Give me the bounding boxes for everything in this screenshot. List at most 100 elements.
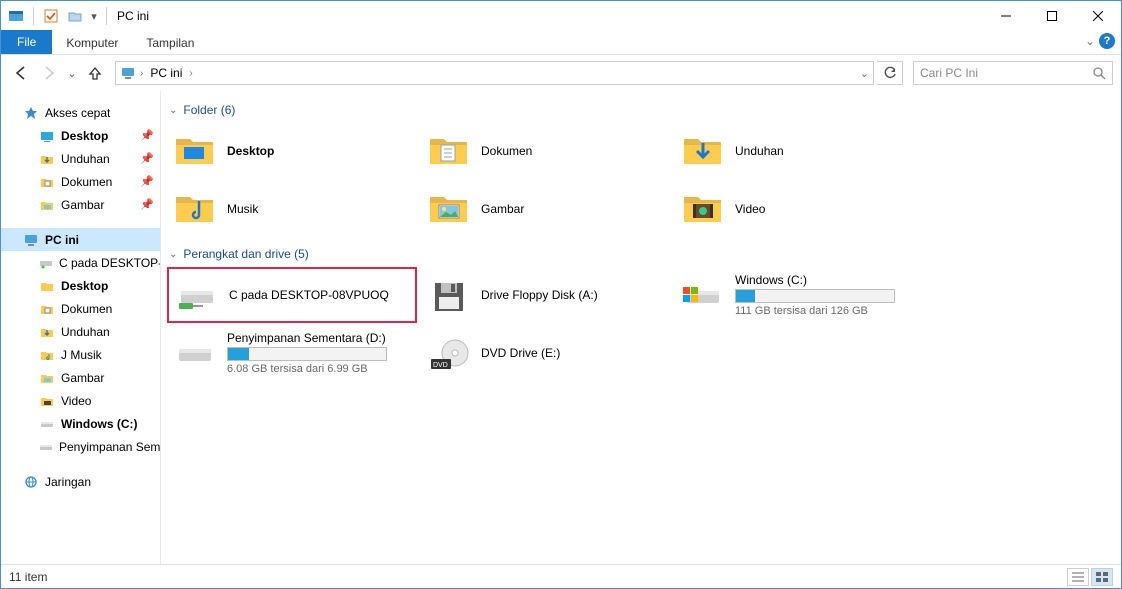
tree-item[interactable]: Video	[1, 389, 160, 412]
tree-item[interactable]: Unduhan	[1, 320, 160, 343]
chevron-right-icon[interactable]: ›	[189, 68, 192, 79]
forward-button[interactable]	[37, 61, 61, 85]
tree-label: Unduhan	[61, 152, 110, 166]
this-pc-icon	[120, 65, 136, 81]
address-bar[interactable]: › PC ini › ⌄	[115, 61, 874, 85]
music-icon	[39, 347, 55, 363]
folder-tile[interactable]: Gambar	[421, 181, 671, 237]
drive-tile[interactable]: Windows (C:)111 GB tersisa dari 126 GB	[675, 267, 925, 323]
tree-label: Gambar	[61, 198, 104, 212]
chevron-down-icon: ⌄	[169, 105, 177, 116]
tile-label: Penyimpanan Sementara (D:)	[227, 331, 411, 345]
documents-icon	[39, 174, 55, 190]
qat-dropdown-icon[interactable]: ▾	[88, 5, 100, 27]
quick-access-toolbar: ▾	[5, 5, 111, 27]
separator	[33, 7, 34, 25]
tree-label: Penyimpanan Sementara	[59, 440, 161, 454]
separator	[106, 7, 107, 25]
tree-label: Jaringan	[45, 475, 91, 489]
tree-item[interactable]: Windows (C:)	[1, 412, 160, 435]
folder-tile[interactable]: Video	[675, 181, 925, 237]
drive-tile[interactable]: DVDDVD Drive (E:)	[421, 325, 671, 381]
folder-tile[interactable]: Musik	[167, 181, 417, 237]
tree-label: J Musik	[61, 348, 102, 362]
music-big	[173, 187, 217, 231]
tree-network[interactable]: Jaringan	[1, 470, 160, 493]
tree-item[interactable]: Penyimpanan Sementara	[1, 435, 160, 458]
tile-label: Desktop	[227, 144, 411, 158]
tile-label: DVD Drive (E:)	[481, 346, 665, 360]
tree-label: C pada DESKTOP-08V	[59, 256, 161, 270]
tree-label: PC ini	[45, 233, 79, 247]
folder-tile[interactable]: Unduhan	[675, 123, 925, 179]
tree-item[interactable]: Dokumen	[1, 297, 160, 320]
new-folder-icon[interactable]	[64, 5, 86, 27]
chevron-down-icon: ⌄	[169, 249, 177, 260]
close-button[interactable]	[1075, 1, 1121, 31]
tab-tampilan[interactable]: Tampilan	[132, 32, 208, 54]
downloads-big	[681, 129, 725, 173]
breadcrumb-root[interactable]: PC ini	[147, 66, 185, 80]
pc-icon	[23, 232, 39, 248]
tree-item[interactable]: Desktop	[1, 274, 160, 297]
group-drives[interactable]: ⌄ Perangkat dan drive (5)	[169, 247, 1121, 261]
disk-icon	[39, 439, 53, 455]
tree-label: Akses cepat	[45, 106, 110, 120]
ribbon-expand-icon[interactable]: ⌄	[1085, 34, 1095, 48]
drive-tile[interactable]: Drive Floppy Disk (A:)	[421, 267, 671, 323]
maximize-button[interactable]	[1029, 1, 1075, 31]
chevron-right-icon[interactable]: ›	[140, 68, 143, 79]
history-dropdown[interactable]: ⌄	[65, 61, 79, 85]
star-icon	[23, 105, 39, 121]
search-input[interactable]: Cari PC Ini	[913, 61, 1113, 85]
properties-icon[interactable]	[40, 5, 62, 27]
tab-komputer[interactable]: Komputer	[52, 32, 132, 54]
pin-icon: 📌	[140, 198, 154, 211]
network-icon	[23, 474, 39, 490]
group-folders[interactable]: ⌄ Folder (6)	[169, 103, 1121, 117]
help-icon[interactable]: ?	[1099, 33, 1115, 49]
up-button[interactable]	[83, 61, 107, 85]
tree-this-pc[interactable]: PC ini	[1, 228, 160, 251]
tree-item[interactable]: C pada DESKTOP-08V	[1, 251, 160, 274]
tree-item-dokumen[interactable]: Dokumen📌	[1, 170, 160, 193]
folder-tile[interactable]: Dokumen	[421, 123, 671, 179]
refresh-button[interactable]	[877, 61, 903, 85]
address-dropdown-icon[interactable]: ⌄	[860, 67, 869, 80]
tree-label: Dokumen	[61, 175, 112, 189]
pin-icon: 📌	[140, 129, 154, 142]
drive-tile[interactable]: Penyimpanan Sementara (D:) 6.08 GB tersis…	[167, 325, 417, 381]
statusbar: 11 item	[1, 564, 1121, 588]
video-big	[681, 187, 725, 231]
tree-quick-access[interactable]: Akses cepat	[1, 101, 160, 124]
window-title: PC ini	[117, 9, 149, 23]
tree-label: Unduhan	[61, 325, 110, 339]
folder-tile[interactable]: Desktop	[167, 123, 417, 179]
capacity-bar	[227, 347, 387, 361]
tile-subtext: 111 GB tersisa dari 126 GB	[735, 305, 919, 317]
disk-big	[173, 331, 217, 375]
group-title: Perangkat dan drive (5)	[183, 247, 308, 261]
netdrive-big	[175, 273, 219, 317]
drive-tile[interactable]: C pada DESKTOP-08VPUOQ	[167, 267, 417, 323]
tile-label: Dokumen	[481, 144, 665, 158]
tree-item[interactable]: Gambar	[1, 366, 160, 389]
minimize-button[interactable]	[983, 1, 1029, 31]
nav-toolbar: ⌄ › PC ini › ⌄ Cari PC Ini	[1, 55, 1121, 91]
tile-label: C pada DESKTOP-08VPUOQ	[229, 288, 409, 302]
downloads-icon	[39, 151, 55, 167]
tree-item-unduhan[interactable]: Unduhan 📌	[1, 147, 160, 170]
disk-icon	[39, 416, 55, 432]
content-area: ⌄ Folder (6) Desktop Dokumen Unduhan MusikG…	[161, 91, 1121, 564]
tree-item-gambar[interactable]: Gambar 📌	[1, 193, 160, 216]
pin-icon: 📌	[140, 152, 154, 165]
desktop-big	[173, 129, 217, 173]
ribbon: File Komputer Tampilan ⌄ ?	[1, 31, 1121, 55]
tree-item[interactable]: J Musik	[1, 343, 160, 366]
back-button[interactable]	[9, 61, 33, 85]
view-details-button[interactable]	[1067, 568, 1089, 586]
view-large-icons-button[interactable]	[1091, 568, 1113, 586]
tree-item-desktop[interactable]: Desktop📌	[1, 124, 160, 147]
file-tab[interactable]: File	[1, 30, 52, 54]
tile-subtext: 6.08 GB tersisa dari 6.99 GB	[227, 363, 411, 375]
